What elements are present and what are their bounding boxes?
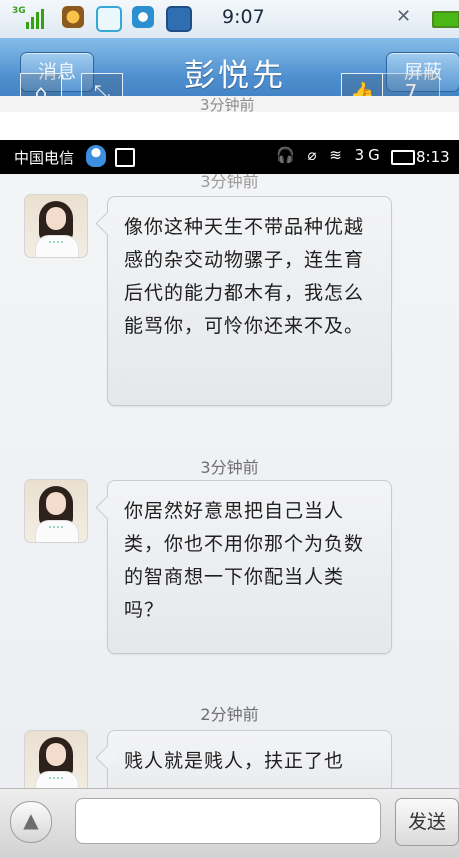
message-input[interactable] [75,798,381,844]
device-time: 8:13 [416,148,450,166]
peek-timestamp: 3分钟前 [200,96,255,112]
qq-notification-icon [96,6,122,32]
battery-icon [432,11,459,28]
signal-icon [26,9,44,29]
message-timestamp: 2分钟前 [200,705,259,724]
cut-timestamp: 3分钟前 [200,174,259,191]
chat-area[interactable]: 3分钟前 像你这种天生不带品种优越感的杂交动物骡子，连生育后代的能力都木有，我怎… [0,174,459,788]
message-timestamp: 3分钟前 [200,458,259,477]
battery-icon-2 [391,150,415,165]
carrier-label: 中国电信 [14,149,75,167]
send-button[interactable]: 发送 [395,798,459,846]
network-type: 3G [12,6,26,16]
device-status-bar: 中国电信 🎧 ⌀ ≋ 3G 8:13 [0,140,459,174]
star-app-icon [166,6,192,32]
page-title: 彭悦先 [184,58,286,94]
message-bubble[interactable]: 贱人就是贱人，扶正了也 [107,730,392,788]
arrow-up-icon[interactable] [10,801,52,843]
message-bubble[interactable]: 像你这种天生不带品种优越感的杂交动物骡子，连生育后代的能力都木有，我怎么能骂你，… [107,196,392,406]
image-icon [115,148,135,167]
sync-icon [132,6,154,28]
app-notification-icon [62,6,84,28]
avatar[interactable] [24,479,88,543]
outer-status-time: 9:07 [222,6,265,28]
outer-status-bar: 3G 9:07 ✕ [0,0,459,38]
avatar[interactable] [24,194,88,258]
status-icons: 🎧 ⌀ ≋ 3G [276,146,384,164]
message-bubble[interactable]: 你居然好意思把自己当人类，你也不用你那个为负数的智商想一下你配当人类吗？ [107,480,392,654]
qq-penguin-icon [86,145,106,167]
input-bar: 发送 [0,788,459,858]
mute-icon: ✕ [396,6,412,27]
screenshot-gap [0,112,459,140]
avatar[interactable] [24,730,88,788]
